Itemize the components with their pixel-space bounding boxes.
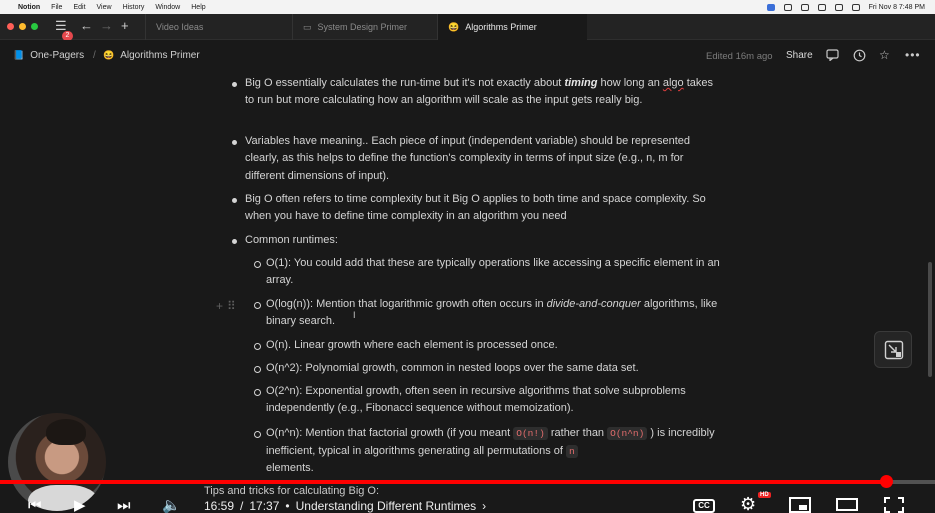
time-separator: / — [240, 499, 244, 513]
menu-help[interactable]: Help — [191, 4, 205, 11]
theater-mode-icon[interactable] — [836, 497, 858, 513]
forward-arrow-icon[interactable]: → — [100, 19, 113, 33]
tab-label: System Design Primer — [317, 22, 408, 32]
play-icon[interactable]: ▶ — [74, 498, 86, 513]
menu-window[interactable]: Window — [155, 4, 180, 11]
scrollbar-thumb[interactable] — [928, 262, 932, 377]
breadcrumb-separator: / — [93, 50, 96, 61]
page-header: 📘 One-Pagers / 😆 Algorithms Primer Edite… — [0, 40, 935, 72]
grin-emoji-icon: 😆 — [448, 21, 460, 32]
edited-timestamp: Edited 16m ago — [706, 51, 773, 62]
battery-icon[interactable] — [834, 3, 843, 11]
progress-fill — [0, 480, 887, 484]
tab-algorithms-primer[interactable]: 😆 Algorithms Primer — [437, 14, 587, 40]
inline-code: O(n!) — [513, 427, 548, 440]
misspelled-word: algo — [662, 77, 684, 89]
history-clock-icon[interactable] — [853, 49, 866, 65]
macos-menubar: Notion File Edit View History Window Hel… — [0, 0, 935, 14]
new-tab-icon[interactable]: + — [121, 19, 129, 33]
volume-icon[interactable]: 🔈 — [162, 498, 181, 513]
exit-fullscreen-button[interactable] — [874, 331, 912, 368]
sub-bullet-onn[interactable]: O(n^n): Mention that factorial growth (i… — [254, 425, 726, 478]
share-button[interactable]: Share — [786, 50, 813, 61]
close-window-button[interactable] — [7, 23, 14, 30]
text: rather than — [547, 427, 608, 439]
captions-button[interactable]: CC — [693, 499, 715, 513]
menu-history[interactable]: History — [123, 4, 145, 11]
video-progress-bar[interactable] — [0, 475, 935, 488]
chapter-bullet: • — [285, 499, 290, 513]
status-icon[interactable] — [783, 3, 792, 11]
back-arrow-icon[interactable]: ← — [80, 19, 93, 33]
menu-edit[interactable]: Edit — [73, 4, 85, 11]
tab-video-ideas[interactable]: Video Ideas — [145, 14, 292, 40]
bullet-variables-meaning[interactable]: Variables have meaning.. Each piece of i… — [232, 133, 725, 185]
menu-file[interactable]: File — [51, 4, 62, 11]
comment-icon[interactable] — [826, 49, 839, 64]
tab-label: Algorithms Primer — [465, 22, 537, 32]
wifi-icon[interactable] — [817, 3, 826, 11]
miniplayer-icon[interactable] — [789, 497, 811, 513]
text: O(n^n): Mention that factorial growth (i… — [266, 427, 514, 439]
more-options-icon[interactable]: ••• — [905, 49, 921, 62]
inline-code: n — [566, 444, 578, 458]
menu-view[interactable]: View — [97, 4, 112, 11]
fullscreen-icon[interactable] — [884, 497, 904, 513]
breadcrumb-algorithms-primer[interactable]: 😆 Algorithms Primer — [103, 50, 200, 61]
text-cursor-icon: I — [353, 310, 356, 320]
chapter-name[interactable]: Understanding Different Runtimes — [296, 499, 477, 513]
search-icon[interactable] — [851, 3, 860, 11]
bullet-big-o-runtime[interactable]: Big O essentially calculates the run-tim… — [232, 75, 725, 110]
sub-bullet-o2n[interactable]: O(2^n): Exponential growth, often seen i… — [254, 383, 726, 418]
settings-gear-icon[interactable]: ⚙ — [740, 495, 756, 513]
chapter-title: Tips and tricks for calculating Big O: — [204, 485, 380, 497]
text: Big O essentially calculates the run-tim… — [245, 77, 565, 89]
bullet-common-runtimes[interactable]: Common runtimes: — [232, 232, 725, 249]
breadcrumb-label: One-Pagers — [30, 50, 85, 61]
zoom-window-button[interactable] — [31, 23, 38, 30]
minimize-window-button[interactable] — [19, 23, 26, 30]
block-drag-handle[interactable]: +⠿ — [216, 298, 240, 315]
text: how long an — [597, 77, 663, 89]
sub-bullet-o1[interactable]: O(1): You could add that these are typic… — [254, 255, 726, 290]
page-content: Big O essentially calculates the run-tim… — [0, 72, 935, 482]
collapse-arrow-icon — [884, 340, 904, 360]
breadcrumb-label: Algorithms Primer — [120, 50, 200, 61]
inline-code: O(n^n) — [607, 427, 648, 440]
bullet-time-space-complexity[interactable]: Big O often refers to time complexity bu… — [232, 191, 725, 226]
settings-icon[interactable] — [800, 3, 809, 11]
screen-record-icon[interactable] — [766, 3, 775, 11]
time-display: 16:59 / 17:37 • Understanding Different … — [204, 499, 486, 513]
presenter-webcam — [8, 413, 106, 511]
grin-emoji-icon: 😆 — [103, 50, 115, 60]
text: O(log(n)): Mention that logarithmic grow… — [266, 298, 547, 310]
tab-label: Video Ideas — [156, 22, 204, 32]
menubar-clock[interactable]: Fri Nov 8 7:48 PM — [869, 4, 925, 11]
webcam-hair — [46, 419, 86, 445]
breadcrumb-one-pagers[interactable]: 📘 One-Pagers — [13, 50, 84, 61]
next-icon[interactable]: ⏭ — [117, 498, 131, 513]
italic-text: divide-and-conquer — [546, 298, 641, 310]
favorite-star-icon[interactable]: ☆ — [879, 49, 890, 62]
time-current: 16:59 — [204, 499, 235, 513]
bold-italic-text: timing — [564, 77, 598, 89]
scrubber-knob[interactable] — [880, 475, 894, 488]
monitor-icon: ▭ — [303, 21, 312, 32]
sub-bullet-ologn[interactable]: O(log(n)): Mention that logarithmic grow… — [254, 296, 726, 331]
sub-bullet-on2[interactable]: O(n^2): Polynomial growth, common in nes… — [254, 360, 726, 377]
tab-bar: ☰ 2 ← → + Video Ideas ▭ System Design Pr… — [0, 14, 935, 41]
time-total: 17:37 — [249, 499, 280, 513]
tab-system-design-primer[interactable]: ▭ System Design Primer — [292, 14, 437, 40]
text: elements. — [266, 462, 314, 474]
window-controls — [7, 23, 38, 30]
sub-bullet-on[interactable]: O(n). Linear growth where each element i… — [254, 337, 726, 354]
book-icon: 📘 — [13, 50, 25, 60]
hd-badge: HD — [758, 492, 771, 498]
chapter-chevron-icon[interactable]: › — [482, 499, 486, 513]
app-menu[interactable]: Notion — [18, 4, 40, 11]
previous-icon[interactable]: ⏮ — [28, 498, 42, 513]
